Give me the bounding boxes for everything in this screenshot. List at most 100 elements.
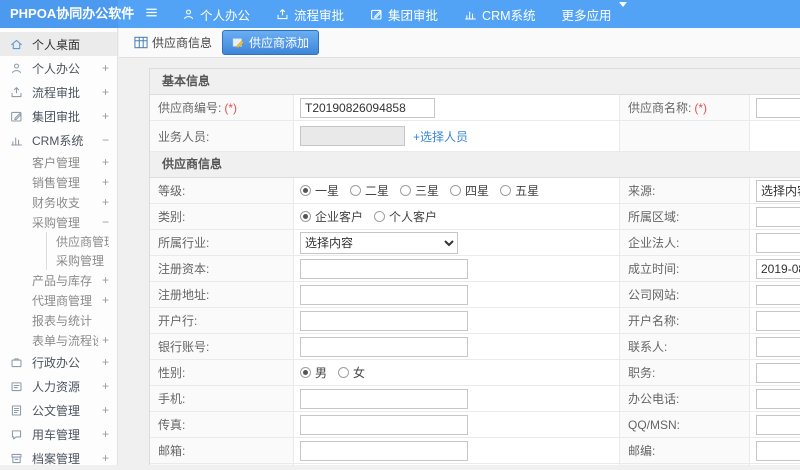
sidebar-item[interactable]: 报表与统计 xyxy=(0,310,117,330)
radio-label: 一星 xyxy=(315,182,339,199)
expand-toggle[interactable]: + xyxy=(98,61,109,75)
text-input[interactable] xyxy=(756,259,800,279)
expand-toggle[interactable]: + xyxy=(98,451,109,465)
sidebar-item[interactable]: 供应商管理 xyxy=(0,232,117,251)
nav-item[interactable]: CRM系统 xyxy=(451,0,548,28)
choose-person-link[interactable]: +选择人员 xyxy=(413,128,468,145)
expand-toggle[interactable]: + xyxy=(98,333,109,347)
form-row: 邮箱:邮编: xyxy=(150,438,800,464)
text-input[interactable] xyxy=(756,207,800,227)
form-label: 传真: xyxy=(150,412,294,437)
form-label: 所属行业: xyxy=(150,230,294,255)
nav-item[interactable]: 流程审批 xyxy=(263,0,357,28)
nav-item-label: 个人办公 xyxy=(200,5,250,24)
expand-toggle[interactable]: + xyxy=(98,403,109,417)
sidebar-item[interactable]: 流程审批+ xyxy=(0,80,117,104)
expand-toggle[interactable]: + xyxy=(98,273,109,287)
select-input[interactable]: 选择内容 xyxy=(300,232,458,254)
sidebar-item[interactable]: 用车管理+ xyxy=(0,422,117,446)
sidebar-item[interactable]: 财务收支+ xyxy=(0,192,117,212)
select-input[interactable]: 选择内容 xyxy=(756,180,800,202)
text-input[interactable] xyxy=(756,415,800,435)
radio-option[interactable] xyxy=(300,185,311,196)
readonly-input[interactable] xyxy=(300,126,405,146)
sidebar-item[interactable]: 人力资源+ xyxy=(0,374,117,398)
text-input[interactable] xyxy=(300,441,468,461)
radio-option[interactable] xyxy=(374,211,385,222)
expand-toggle[interactable]: − xyxy=(98,215,109,229)
form-label xyxy=(620,121,750,151)
text-input[interactable] xyxy=(756,363,800,383)
sidebar-item[interactable]: 公文管理 + xyxy=(0,398,117,422)
nav-item[interactable]: 更多应用 xyxy=(549,0,640,28)
required-mark: (*) xyxy=(224,101,237,115)
form-label: 邮编: xyxy=(620,438,750,463)
radio-group: 男女 xyxy=(300,364,376,381)
table-icon xyxy=(134,36,148,49)
sidebar-item[interactable]: 产品与库存+ xyxy=(0,270,117,290)
text-input[interactable] xyxy=(756,311,800,331)
sidebar-item-label: 公文管理 xyxy=(32,402,80,419)
text-input[interactable] xyxy=(756,233,800,253)
sidebar-item[interactable]: 采购管理− xyxy=(0,212,117,232)
user-icon xyxy=(182,8,195,21)
expand-toggle[interactable]: + xyxy=(98,195,109,209)
text-input[interactable] xyxy=(300,389,468,409)
sidebar-item[interactable]: 档案管理 + xyxy=(0,446,117,470)
sidebar-item[interactable]: 销售管理+ xyxy=(0,172,117,192)
text-input[interactable] xyxy=(756,285,800,305)
expand-toggle[interactable]: + xyxy=(98,175,109,189)
radio-label: 男 xyxy=(315,364,327,381)
radio-option[interactable] xyxy=(400,185,411,196)
text-input[interactable] xyxy=(300,337,468,357)
tab-supplier-info[interactable]: 供应商信息 xyxy=(134,34,212,51)
radio-option[interactable] xyxy=(450,185,461,196)
sidebar-item[interactable]: 代理商管理+ xyxy=(0,290,117,310)
tab-supplier-add[interactable]: 供应商添加 xyxy=(222,30,319,55)
expand-toggle[interactable]: + xyxy=(98,155,109,169)
nav-item[interactable]: 集团审批 xyxy=(357,0,451,28)
sidebar-item[interactable]: 集团审批 + xyxy=(0,104,117,128)
radio-option[interactable] xyxy=(300,367,311,378)
app-logo: PHPOA协同办公软件 xyxy=(0,0,118,28)
archive-icon xyxy=(10,451,25,466)
sidebar-item[interactable]: CRM系统− xyxy=(0,128,117,152)
text-input[interactable] xyxy=(756,441,800,461)
expand-toggle[interactable]: + xyxy=(98,109,109,123)
chart-icon xyxy=(10,133,25,148)
radio-option[interactable] xyxy=(500,185,511,196)
sidebar-item-label: 集团审批 xyxy=(32,108,80,125)
sidebar-item[interactable]: 个人办公+ xyxy=(0,56,117,80)
text-input[interactable] xyxy=(300,311,468,331)
sidebar-item[interactable]: 表单与流程设置+ xyxy=(0,330,117,350)
text-input[interactable] xyxy=(756,389,800,409)
form-field-cell: 企业客户个人客户 xyxy=(294,204,620,229)
expand-toggle[interactable]: + xyxy=(98,355,109,369)
radio-option[interactable] xyxy=(300,211,311,222)
form-row: 所属行业:选择内容企业法人: xyxy=(150,230,800,256)
tab-label: 供应商信息 xyxy=(152,34,212,51)
text-input[interactable] xyxy=(756,337,800,357)
menu-toggle-button[interactable] xyxy=(144,5,159,23)
sidebar-item[interactable]: 行政办公+ xyxy=(0,350,117,374)
text-input[interactable] xyxy=(300,259,468,279)
nav-item[interactable]: 个人办公 xyxy=(169,0,263,28)
radio-option[interactable] xyxy=(350,185,361,196)
sidebar-item[interactable]: 采购管理 xyxy=(0,251,117,270)
form-field-cell: +选择人员 xyxy=(294,121,620,151)
expand-toggle[interactable]: + xyxy=(98,427,109,441)
sidebar-item[interactable]: 个人桌面 xyxy=(0,32,117,56)
expand-toggle[interactable]: + xyxy=(98,293,109,307)
radio-option[interactable] xyxy=(338,367,349,378)
text-input[interactable] xyxy=(300,98,435,118)
sidebar-item[interactable]: 客户管理+ xyxy=(0,152,117,172)
text-input[interactable] xyxy=(300,285,468,305)
sidebar-item-label: 档案管理 xyxy=(32,450,80,467)
expand-toggle[interactable]: − xyxy=(98,133,109,147)
text-input[interactable] xyxy=(300,415,468,435)
form-label: 供应商编号:(*) xyxy=(150,95,294,120)
expand-toggle[interactable]: + xyxy=(98,379,109,393)
text-input[interactable] xyxy=(756,98,800,118)
form-label: 办公电话: xyxy=(620,386,750,411)
expand-toggle[interactable]: + xyxy=(98,85,109,99)
